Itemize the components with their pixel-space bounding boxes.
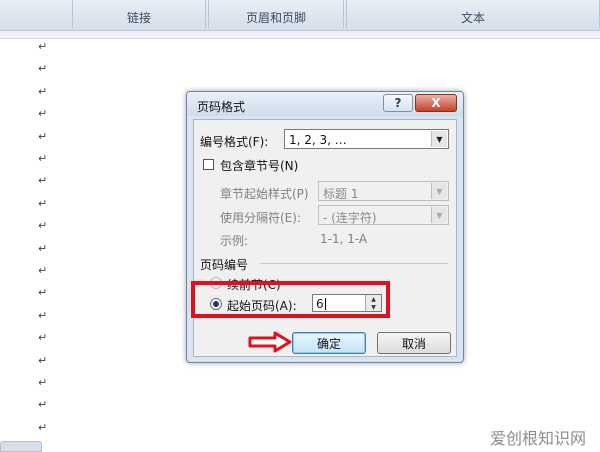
chapter-style-select[interactable]: 标题 1 ▼ [318, 181, 449, 201]
chapter-style-value: 标题 1 [323, 187, 359, 201]
chevron-down-icon[interactable]: ▼ [431, 207, 447, 223]
ok-button[interactable]: 确定 [292, 332, 366, 354]
ribbon-group-label: 页眉和页脚 [245, 11, 306, 25]
chapter-style-label: 章节起始样式(P) [220, 187, 309, 201]
paragraph-mark-icon: ↵ [38, 264, 48, 277]
ribbon-group-label: 链接 [126, 11, 151, 25]
section-divider [260, 263, 448, 264]
cancel-button[interactable]: 取消 [377, 332, 451, 354]
paragraph-mark-icon: ↵ [38, 241, 48, 255]
paragraph-mark-icon: ↵ [38, 62, 48, 76]
chevron-down-icon[interactable]: ▼ [431, 183, 447, 199]
number-format-label: 编号格式(F): [200, 135, 269, 149]
ribbon-group-header-footer[interactable]: 页眉和页脚 [208, 0, 344, 29]
separator-label: 使用分隔符(E): [220, 211, 301, 225]
paragraph-mark-icon: ↵ [38, 331, 48, 345]
paragraph-mark-icon: ↵ [38, 196, 48, 210]
paragraph-mark-icon: ↵ [38, 308, 48, 322]
paragraph-mark-icon: ↵ [38, 152, 48, 165]
page-number-format-dialog: 页码格式 ? X 编号格式(F): 1, 2, 3, … ▼ 包含章节号(N) … [186, 91, 464, 363]
watermark: 爱创根知识网 [489, 429, 586, 448]
paragraph-mark-icon: ↵ [38, 174, 48, 188]
close-icon: X [431, 96, 441, 110]
ribbon-group-label: 文本 [460, 11, 485, 25]
paragraph-mark-icon: ↵ [38, 286, 48, 300]
number-format-value: 1, 2, 3, … [289, 133, 347, 147]
paragraph-mark-icon: ↵ [38, 219, 48, 233]
dialog-panel: 编号格式(F): 1, 2, 3, … ▼ 包含章节号(N) 章节起始样式(P)… [193, 119, 457, 357]
close-button[interactable]: X [415, 94, 457, 112]
include-chapter-checkbox[interactable] [203, 159, 214, 170]
chevron-down-icon[interactable]: ▼ [431, 131, 447, 147]
paragraph-mark-icon: ↵ [38, 398, 48, 412]
include-chapter-label: 包含章节号(N) [220, 159, 299, 173]
paragraph-mark-icon: ↵ [38, 107, 48, 121]
page-numbering-heading: 页码编号 [200, 258, 249, 272]
help-button[interactable]: ? [383, 94, 413, 112]
paragraph-mark-icon: ↵ [38, 420, 48, 434]
separator-select[interactable]: - (连字符) ▼ [318, 205, 449, 225]
help-icon: ? [394, 96, 402, 110]
dialog-title: 页码格式 [197, 100, 246, 114]
dialog-titlebar[interactable]: 页码格式 ? X [187, 92, 463, 116]
number-format-select[interactable]: 1, 2, 3, … ▼ [284, 129, 449, 149]
example-label: 示例: [220, 234, 249, 248]
ribbon-group-links[interactable]: 链接 [72, 0, 206, 29]
ribbon-group-text[interactable]: 文本 [346, 0, 600, 29]
highlight-box [191, 281, 390, 318]
scroll-handle[interactable] [0, 441, 42, 452]
paragraph-mark-icon: ↵ [38, 129, 48, 143]
paragraph-mark-icon: ↵ [38, 376, 48, 389]
red-arrow-icon [248, 331, 292, 353]
ribbon: 链接 页眉和页脚 文本 [0, 0, 600, 31]
paragraph-mark-icon: ↵ [38, 84, 48, 98]
paragraph-mark-icon: ↵ [38, 353, 48, 367]
example-value: 1-1, 1-A [320, 232, 368, 246]
separator-value: - (连字符) [323, 211, 377, 225]
ruler-band [0, 31, 600, 39]
paragraph-mark-icon: ↵ [38, 40, 48, 53]
